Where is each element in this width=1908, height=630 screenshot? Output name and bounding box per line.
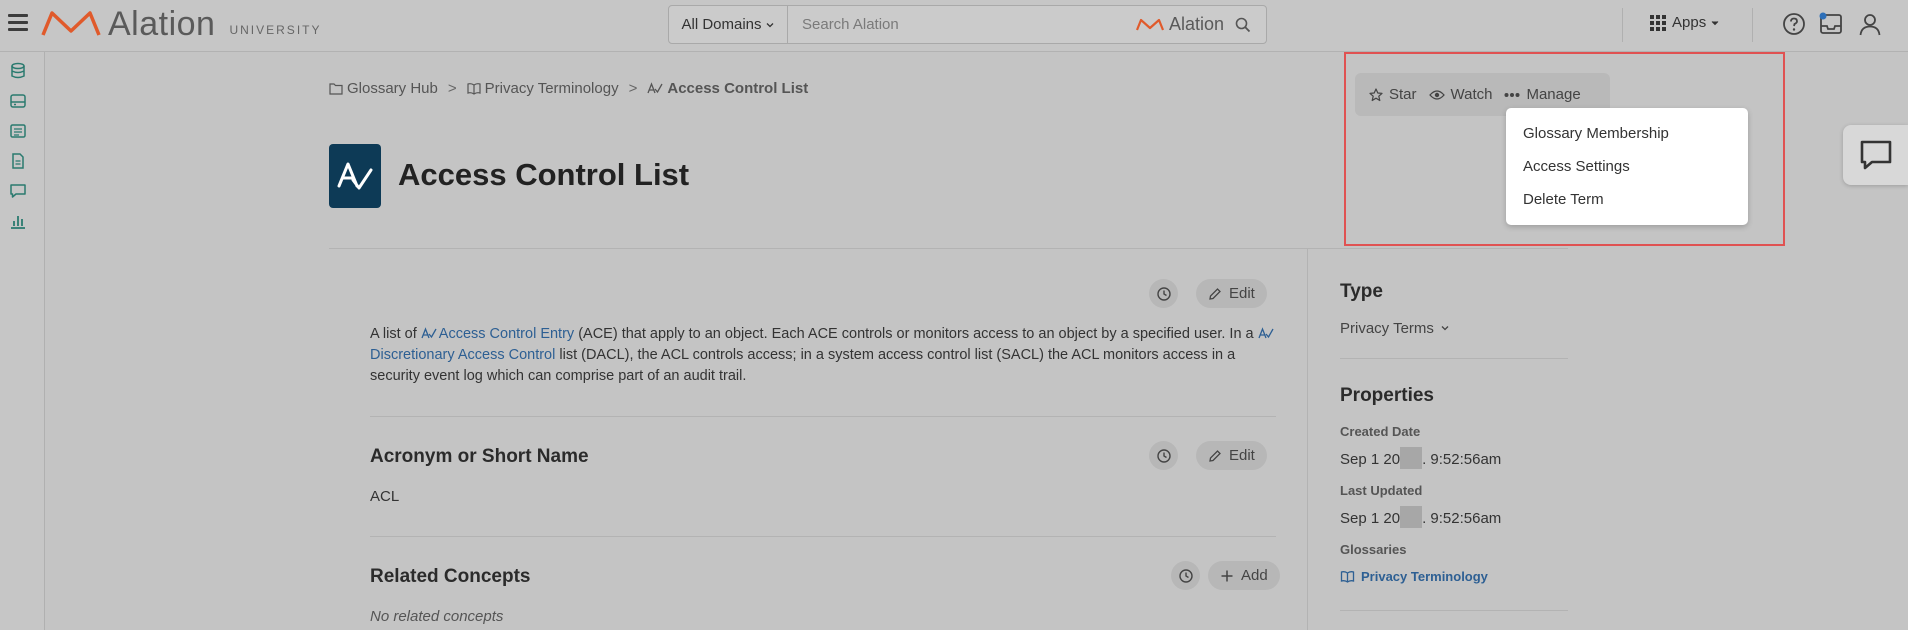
edit-label: Edit [1229, 447, 1255, 464]
conversation-icon[interactable] [9, 182, 27, 200]
domains-label: All Domains [681, 16, 762, 33]
discretionary-access-control-link[interactable]: Discretionary Access Control [370, 347, 555, 363]
term-icon [647, 82, 663, 94]
related-concepts-empty: No related concepts [370, 608, 504, 625]
chevron-down-icon [766, 22, 773, 27]
term-icon [337, 162, 373, 190]
clock-icon [1156, 448, 1171, 463]
book-icon [1340, 571, 1355, 583]
edit-acronym-button[interactable]: Edit [1196, 441, 1267, 470]
clock-icon [1156, 286, 1171, 301]
properties-title: Properties [1340, 385, 1434, 406]
description-text: A list of [370, 326, 421, 342]
catalog-icon[interactable] [9, 122, 27, 140]
last-updated-value: Sep 1 20 . 9:52:56am [1340, 506, 1501, 528]
history-button[interactable] [1171, 561, 1200, 590]
created-date-part: . 9:52:56am [1422, 451, 1502, 468]
redacted-block [1400, 506, 1423, 528]
last-updated-label: Last Updated [1340, 483, 1423, 498]
apps-label: Apps [1672, 14, 1707, 31]
add-related-concept-button[interactable]: Add [1208, 561, 1280, 590]
description-text: (ACE) that apply to an object. Each ACE … [574, 326, 1258, 342]
left-nav-rail [0, 52, 45, 630]
database-icon[interactable] [9, 62, 27, 80]
redacted-block [1400, 447, 1423, 469]
access-control-entry-link[interactable]: Access Control Entry [439, 326, 574, 342]
alation-mark-icon [1135, 18, 1164, 30]
pencil-icon [1209, 449, 1221, 462]
glossary-link-label: Privacy Terminology [1361, 569, 1488, 584]
plus-icon [1221, 570, 1233, 581]
apps-grid-icon [1650, 14, 1666, 31]
divider [1307, 248, 1308, 630]
apps-menu[interactable]: Apps [1650, 14, 1720, 31]
chevron-down-icon [1711, 20, 1719, 25]
document-icon[interactable] [9, 152, 27, 170]
last-updated-part: . 9:52:56am [1422, 510, 1502, 527]
related-concepts-title: Related Concepts [370, 566, 531, 587]
acronym-value: ACL [370, 488, 400, 505]
history-button[interactable] [1149, 441, 1178, 470]
term-icon [1258, 327, 1274, 339]
clock-icon [1178, 568, 1193, 583]
search-brand-label: Alation [1168, 14, 1224, 34]
created-date-label: Created Date [1340, 424, 1421, 439]
chat-bubble-icon [1860, 140, 1891, 170]
divider [1622, 8, 1623, 42]
top-bar: Alation UNIVERSITY All Domains Search Al… [0, 0, 1908, 52]
page-title: Access Control List [398, 157, 690, 192]
user-profile-icon[interactable] [1857, 11, 1883, 37]
chat-widget-tab[interactable] [1843, 125, 1908, 185]
term-type-icon [329, 144, 381, 208]
storage-icon[interactable] [9, 92, 27, 110]
created-date-part: Sep 1 20 [1340, 451, 1401, 468]
history-button[interactable] [1149, 279, 1178, 308]
type-title: Type [1340, 281, 1383, 302]
term-icon [421, 327, 437, 339]
search-brand: Alation [1135, 14, 1224, 35]
bar-chart-icon[interactable] [9, 212, 27, 230]
help-icon[interactable] [1781, 11, 1807, 37]
divider [1340, 358, 1568, 359]
pencil-icon [1209, 287, 1221, 300]
glossary-link[interactable]: Privacy Terminology [1340, 569, 1488, 584]
divider [1340, 610, 1568, 611]
search-input[interactable]: Search Alation [788, 16, 1135, 33]
alation-logo-icon [41, 11, 101, 36]
divider [1752, 8, 1753, 42]
breadcrumb-separator: > [628, 80, 638, 97]
last-updated-part: Sep 1 20 [1340, 510, 1401, 527]
breadcrumb: Glossary Hub > Privacy Terminology > Acc… [329, 80, 808, 97]
search-icon[interactable] [1234, 16, 1252, 34]
term-description: A list of Access Control Entry (ACE) tha… [370, 324, 1276, 387]
breadcrumb-glossary-hub[interactable]: Glossary Hub [347, 80, 438, 97]
edit-description-button[interactable]: Edit [1196, 279, 1267, 308]
logo-wordmark: Alation [108, 4, 216, 43]
glossaries-label: Glossaries [1340, 542, 1407, 557]
domains-dropdown[interactable]: All Domains [669, 6, 788, 43]
inbox-icon[interactable] [1818, 11, 1844, 37]
breadcrumb-separator: > [447, 80, 457, 97]
divider [370, 416, 1276, 417]
breadcrumb-current: Access Control List [667, 80, 809, 97]
book-icon [467, 83, 481, 95]
add-label: Add [1241, 567, 1268, 584]
chevron-down-icon [1441, 326, 1449, 331]
logo-subtitle: UNIVERSITY [229, 23, 322, 37]
created-date-value: Sep 1 20 . 9:52:56am [1340, 447, 1501, 469]
acronym-section-title: Acronym or Short Name [370, 446, 589, 467]
highlight-box [1344, 52, 1785, 246]
divider [370, 536, 1276, 537]
search-bar[interactable]: All Domains Search Alation Alation [668, 5, 1267, 44]
folder-icon [329, 83, 343, 95]
type-dropdown[interactable]: Privacy Terms [1340, 320, 1450, 337]
divider [329, 248, 1568, 249]
hamburger-menu-icon[interactable] [8, 14, 28, 32]
breadcrumb-privacy-terminology[interactable]: Privacy Terminology [485, 80, 619, 97]
alation-logo[interactable]: Alation UNIVERSITY [40, 4, 321, 44]
type-value: Privacy Terms [1340, 320, 1434, 337]
edit-label: Edit [1229, 285, 1255, 302]
